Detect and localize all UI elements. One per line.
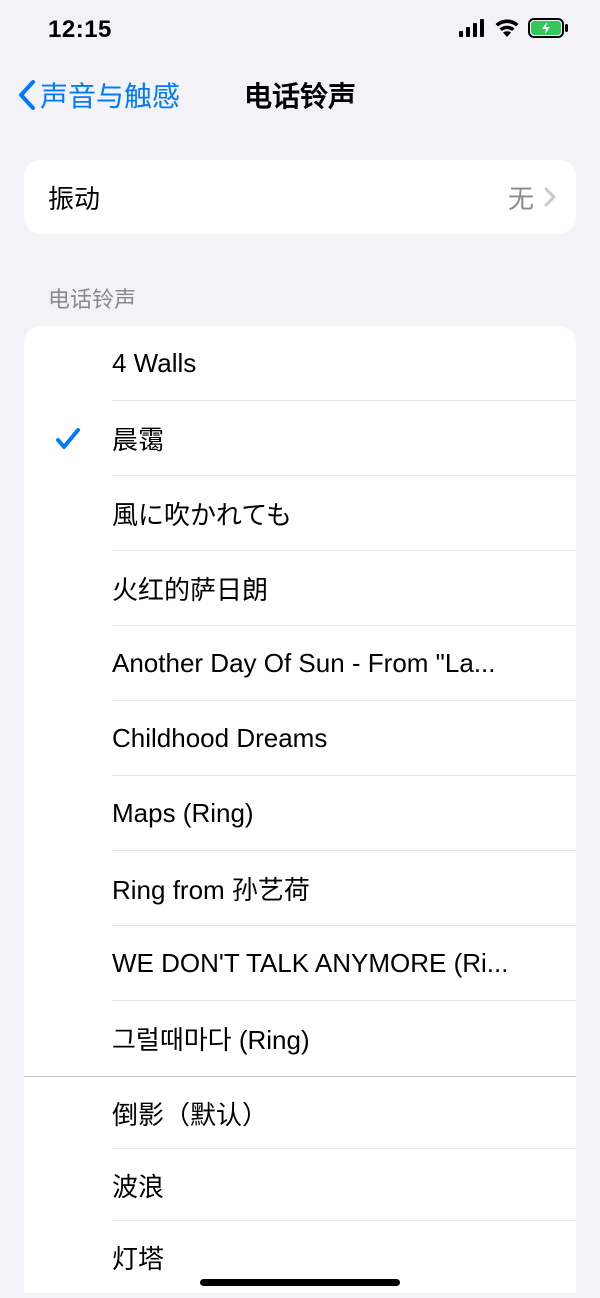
ringtone-label: 風に吹かれても [112, 495, 556, 532]
vibration-row[interactable]: 振动 无 [24, 160, 576, 234]
ringtone-item[interactable]: 倒影（默认） [24, 1077, 576, 1149]
ringtone-label: 그럴때마다 (Ring) [112, 1020, 556, 1057]
status-icons [459, 18, 568, 43]
vibration-value: 无 [508, 179, 534, 216]
ringtone-item[interactable]: 波浪 [24, 1149, 576, 1221]
ringtone-label: 灯塔 [112, 1239, 556, 1276]
ringtone-item[interactable]: Ring from 孙艺荷 [24, 851, 576, 926]
chevron-right-icon [544, 187, 556, 207]
ringtone-label: Another Day Of Sun - From "La... [112, 648, 556, 679]
vibration-group: 振动 无 [24, 160, 576, 234]
ringtone-label: 倒影（默认） [112, 1095, 556, 1132]
ringtone-item[interactable]: Maps (Ring) [24, 776, 576, 851]
ringtone-item[interactable]: 晨霭 [24, 401, 576, 476]
ringtone-label: 波浪 [112, 1167, 556, 1204]
ringtone-section-header: 电话铃声 [24, 234, 576, 326]
ringtone-label: 晨霭 [112, 420, 556, 457]
ringtone-label: 4 Walls [112, 348, 556, 379]
back-button[interactable]: 声音与触感 [18, 75, 180, 115]
nav-header: 声音与触感 电话铃声 [0, 60, 600, 130]
chevron-left-icon [18, 80, 36, 110]
ringtone-item[interactable]: Childhood Dreams [24, 701, 576, 776]
ringtone-label: WE DON'T TALK ANYMORE (Ri... [112, 948, 556, 979]
home-indicator[interactable] [200, 1279, 400, 1286]
ringtone-label: Ring from 孙艺荷 [112, 870, 556, 907]
ringtone-item[interactable]: WE DON'T TALK ANYMORE (Ri... [24, 926, 576, 1001]
ringtone-item[interactable]: 風に吹かれても [24, 476, 576, 551]
ringtone-list: 4 Walls 晨霭 風に吹かれても 火红的萨日朗 Another Day Of [24, 326, 576, 1293]
page-title: 电话铃声 [244, 75, 356, 115]
check-cell [24, 426, 112, 452]
ringtone-item[interactable]: 그럴때마다 (Ring) [24, 1001, 576, 1076]
ringtone-item[interactable]: 4 Walls [24, 326, 576, 401]
wifi-icon [494, 18, 520, 42]
ringtone-item[interactable]: 火红的萨日朗 [24, 551, 576, 626]
ringtone-label: Maps (Ring) [112, 798, 556, 829]
ringtone-label: Childhood Dreams [112, 723, 556, 754]
back-label: 声音与触感 [40, 75, 180, 115]
status-time: 12:15 [48, 16, 112, 44]
vibration-label: 振动 [48, 179, 508, 216]
content: 振动 无 电话铃声 4 Walls 晨霭 風に吹かれても [0, 130, 600, 1293]
cellular-icon [459, 19, 486, 42]
ringtone-item[interactable]: Another Day Of Sun - From "La... [24, 626, 576, 701]
checkmark-icon [55, 426, 81, 452]
ringtone-label: 火红的萨日朗 [112, 570, 556, 607]
battery-charging-icon [528, 18, 568, 43]
status-bar: 12:15 [0, 0, 600, 60]
